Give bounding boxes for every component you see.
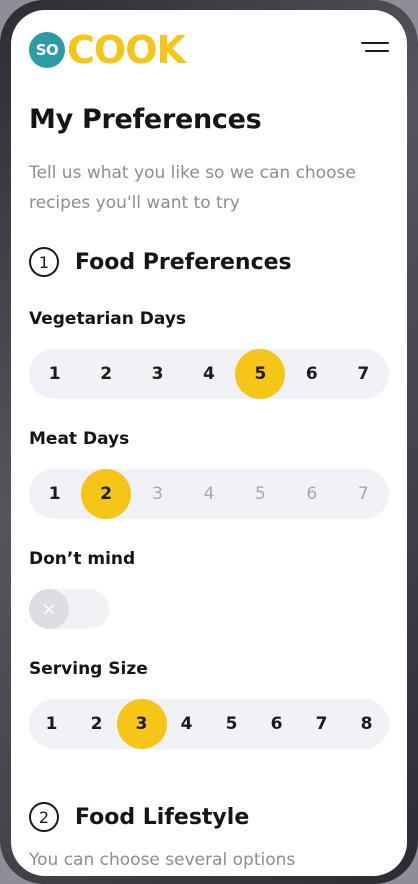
meat-days-selector: 1 2 3 4 5 6 7 bbox=[29, 469, 389, 519]
page-title: My Preferences bbox=[29, 104, 262, 135]
serving-size-option-label: 3 bbox=[135, 714, 148, 734]
meat-days-option-label: 2 bbox=[100, 484, 113, 504]
meat-days-option-label: 4 bbox=[203, 484, 215, 504]
menu-icon-line bbox=[365, 50, 389, 52]
serving-size-selector: 1 2 3 4 5 6 7 8 bbox=[29, 699, 389, 749]
serving-size-option[interactable]: 5 bbox=[209, 699, 254, 749]
vegetarian-days-label: Vegetarian Days bbox=[29, 309, 187, 329]
vegetarian-days-option[interactable]: 5 bbox=[235, 349, 286, 399]
meat-days-option-label: 1 bbox=[48, 484, 61, 504]
section-title: Food Preferences bbox=[75, 249, 292, 275]
meat-days-option[interactable]: 4 bbox=[183, 469, 234, 519]
meat-days-label: Meat Days bbox=[29, 429, 130, 449]
dont-mind-label: Don’t mind bbox=[29, 549, 136, 569]
meat-days-option[interactable]: 3 bbox=[132, 469, 183, 519]
vegetarian-days-option[interactable]: 2 bbox=[80, 349, 131, 399]
serving-size-label: Serving Size bbox=[29, 659, 148, 679]
vegetarian-days-option-label: 1 bbox=[48, 364, 61, 384]
app-screen: SO COOK My Preferences Tell us what you … bbox=[11, 10, 407, 876]
serving-size-option-label: 7 bbox=[315, 714, 328, 734]
vegetarian-days-option-label: 6 bbox=[305, 364, 318, 384]
logo-wordmark: COOK bbox=[67, 28, 186, 72]
page-subtitle: Tell us what you like so we can choose r… bbox=[29, 163, 356, 213]
meat-days-option[interactable]: 2 bbox=[80, 469, 131, 519]
section-food-preferences-header: 1 Food Preferences bbox=[29, 247, 292, 277]
serving-size-option-label: 5 bbox=[225, 714, 238, 734]
vegetarian-days-option[interactable]: 3 bbox=[132, 349, 183, 399]
vegetarian-days-option-label: 3 bbox=[151, 364, 164, 384]
vegetarian-days-option-label: 7 bbox=[357, 364, 370, 384]
meat-days-option-label: 3 bbox=[152, 484, 163, 504]
serving-size-option-label: 8 bbox=[360, 714, 373, 734]
meat-days-option-label: 6 bbox=[306, 484, 318, 504]
serving-size-option[interactable]: 2 bbox=[74, 699, 119, 749]
serving-size-option-label: 6 bbox=[270, 714, 283, 734]
close-icon: × bbox=[29, 589, 69, 629]
vegetarian-days-option-label: 5 bbox=[254, 364, 267, 384]
serving-size-option[interactable]: 3 bbox=[119, 699, 164, 749]
vegetarian-days-option[interactable]: 1 bbox=[29, 349, 80, 399]
vegetarian-days-option[interactable]: 4 bbox=[183, 349, 234, 399]
vegetarian-days-option-label: 4 bbox=[203, 364, 215, 384]
menu-icon[interactable] bbox=[361, 40, 389, 60]
serving-size-option[interactable]: 1 bbox=[29, 699, 74, 749]
meat-days-option[interactable]: 6 bbox=[286, 469, 337, 519]
vegetarian-days-option[interactable]: 7 bbox=[338, 349, 389, 399]
vegetarian-days-selector: 1 2 3 4 5 6 7 bbox=[29, 349, 389, 399]
section-number-badge: 2 bbox=[29, 802, 59, 832]
meat-days-option-label: 7 bbox=[357, 484, 369, 504]
vegetarian-days-option[interactable]: 6 bbox=[286, 349, 337, 399]
section-title: Food Lifestyle bbox=[75, 804, 250, 830]
meat-days-option[interactable]: 7 bbox=[338, 469, 389, 519]
section-hint: You can choose several options bbox=[29, 850, 296, 870]
serving-size-option[interactable]: 6 bbox=[254, 699, 299, 749]
dont-mind-toggle[interactable]: × bbox=[29, 589, 109, 629]
menu-icon-line bbox=[361, 42, 389, 44]
meat-days-option[interactable]: 1 bbox=[29, 469, 80, 519]
logo[interactable]: SO COOK bbox=[29, 28, 186, 72]
serving-size-option[interactable]: 8 bbox=[344, 699, 389, 749]
section-number-badge: 1 bbox=[29, 247, 59, 277]
section-food-lifestyle-header: 2 Food Lifestyle bbox=[29, 802, 249, 832]
vegetarian-days-option-label: 2 bbox=[100, 364, 113, 384]
logo-badge: SO bbox=[29, 32, 65, 68]
serving-size-option[interactable]: 7 bbox=[299, 699, 344, 749]
meat-days-option-label: 5 bbox=[254, 484, 266, 504]
serving-size-option-label: 4 bbox=[180, 714, 193, 734]
serving-size-option[interactable]: 4 bbox=[164, 699, 209, 749]
serving-size-option-label: 1 bbox=[45, 714, 58, 734]
phone-frame: SO COOK My Preferences Tell us what you … bbox=[0, 0, 418, 884]
serving-size-option-label: 2 bbox=[90, 714, 103, 734]
meat-days-option[interactable]: 5 bbox=[235, 469, 286, 519]
